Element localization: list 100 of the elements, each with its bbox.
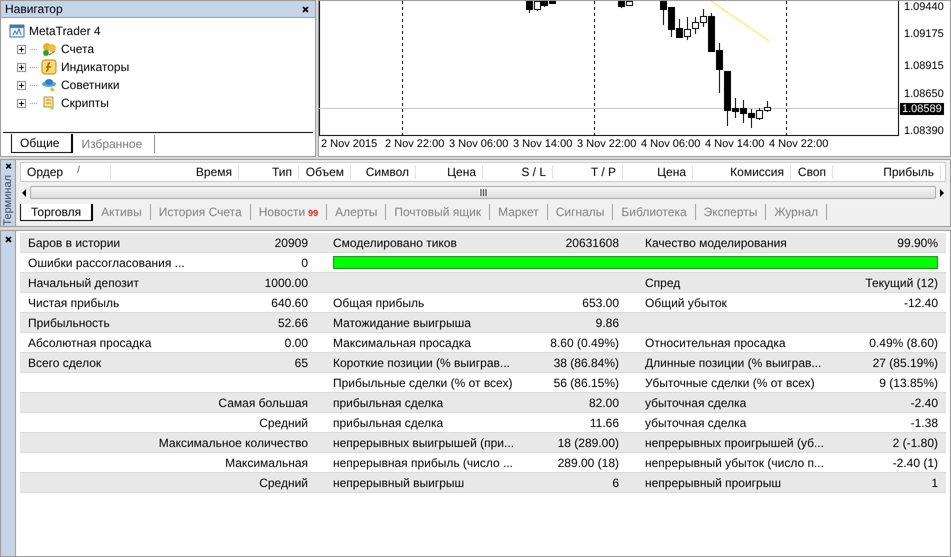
time-label: 3 Nov 06:00 bbox=[449, 138, 508, 150]
tree-item[interactable]: Индикаторы bbox=[61, 60, 130, 74]
stat-value: 65 bbox=[294, 356, 308, 370]
price-label: 1.09440 bbox=[904, 1, 944, 13]
stat-label: Общий убыток bbox=[645, 296, 728, 310]
stat-value: 11.66 bbox=[588, 416, 619, 430]
tree-item[interactable]: Советники bbox=[61, 78, 120, 92]
current-price-label: 1.08589 bbox=[900, 103, 944, 115]
stat-value: 2 (-1.80) bbox=[892, 436, 938, 450]
price-label: 1.09175 bbox=[904, 28, 944, 40]
coins-icon bbox=[41, 41, 57, 57]
trend-line bbox=[710, 1, 770, 42]
stat-value: 9 (13.85%) bbox=[878, 376, 938, 390]
plus-icon bbox=[19, 100, 24, 106]
grip-icon bbox=[480, 189, 486, 196]
stat-label: Смоделировано тиков bbox=[333, 236, 458, 250]
price-label: 1.08390 bbox=[904, 125, 944, 137]
stat-label: Короткие позиции (% выиграв... bbox=[333, 356, 511, 370]
close-icon[interactable] bbox=[4, 163, 12, 170]
stat-label: прибыльная сделка bbox=[333, 416, 444, 430]
panel-tab[interactable]: Общие bbox=[11, 134, 74, 153]
tree-item[interactable]: Счета bbox=[61, 42, 94, 56]
column-header[interactable]: Цена bbox=[657, 165, 686, 179]
panel-title: Навигатор bbox=[5, 2, 63, 16]
stat-value: 8.60 (0.49%) bbox=[549, 336, 619, 350]
column-header[interactable]: S / L bbox=[521, 165, 546, 179]
stat-label: Длинные позиции (% выиграв... bbox=[645, 356, 822, 370]
row-heading: Максимальное количество bbox=[158, 436, 308, 450]
stat-value: Текущий (12) bbox=[864, 276, 938, 290]
tab[interactable]: Торговля bbox=[20, 204, 94, 220]
stat-value: 653.00 bbox=[581, 296, 619, 310]
stat-label: непрерывных выигрышей (при... bbox=[333, 436, 515, 450]
column-header[interactable]: Цена bbox=[447, 165, 476, 179]
column-header[interactable]: Своп bbox=[798, 165, 826, 179]
tree-item[interactable]: Скрипты bbox=[61, 96, 109, 110]
stat-label: непрерывная прибыль (число ... bbox=[333, 456, 514, 470]
close-icon[interactable] bbox=[4, 236, 12, 243]
scroll-left-icon[interactable] bbox=[20, 188, 28, 196]
stat-label: Баров в истории bbox=[28, 236, 122, 250]
stat-value: -1.38 bbox=[910, 416, 938, 430]
stat-value: 99.90% bbox=[896, 236, 938, 250]
stat-value: 52.66 bbox=[276, 316, 308, 330]
stat-label: Убыточные сделки (% от всех) bbox=[645, 376, 816, 390]
column-header[interactable]: Прибыль bbox=[883, 165, 934, 179]
time-label: 4 Nov 06:00 bbox=[641, 138, 700, 150]
scrollbar-thumb[interactable] bbox=[30, 186, 936, 199]
expand-box[interactable] bbox=[17, 62, 26, 72]
expand-box[interactable] bbox=[17, 44, 26, 54]
stat-value: -2.40 bbox=[910, 396, 938, 410]
stat-label: Абсолютная просадка bbox=[28, 336, 152, 350]
time-label: 2 Nov 22:00 bbox=[385, 138, 444, 150]
stat-label: Спред bbox=[645, 276, 682, 290]
expand-box[interactable] bbox=[17, 98, 26, 108]
column-header[interactable]: Тип bbox=[272, 165, 292, 179]
stat-label: убыточная сделка bbox=[645, 416, 748, 430]
stat-label: Чистая прибыль bbox=[28, 296, 120, 310]
plus-icon bbox=[19, 46, 24, 52]
stat-label: непрерывный убыток (число п... bbox=[645, 456, 825, 470]
stat-label: Всего сделок bbox=[28, 356, 102, 370]
column-header[interactable]: Объем bbox=[306, 165, 344, 179]
expand-box[interactable] bbox=[17, 80, 26, 90]
stat-value: 640.60 bbox=[270, 296, 308, 310]
stat-value: 0.00 bbox=[284, 336, 308, 350]
sort-indicator: / bbox=[77, 165, 80, 178]
stat-label: убыточная сделка bbox=[645, 396, 748, 410]
row-heading: Самая большая bbox=[217, 396, 308, 410]
stat-label: Общая прибыль bbox=[333, 296, 426, 310]
stat-label: Качество моделирования bbox=[645, 236, 788, 250]
price-label: 1.08915 bbox=[904, 60, 944, 72]
stat-value: 38 (86.84%) bbox=[552, 356, 619, 370]
row-heading: Средний bbox=[258, 416, 308, 430]
stat-value: 20909 bbox=[274, 236, 308, 250]
stat-value: 82.00 bbox=[588, 396, 619, 410]
stat-label: Начальный депозит bbox=[28, 276, 140, 290]
stat-value: 20631608 bbox=[564, 236, 619, 250]
stat-label: Максимальная просадка bbox=[333, 336, 472, 350]
column-header[interactable]: T / P bbox=[590, 165, 616, 179]
stat-value: 56 (86.15%) bbox=[552, 376, 619, 390]
column-header[interactable]: Ордер bbox=[27, 165, 64, 179]
time-label: 2 Nov 2015 bbox=[321, 138, 378, 150]
stat-label: Относительная просадка bbox=[645, 336, 787, 350]
tree-item[interactable]: MetaTrader 4 bbox=[29, 24, 101, 38]
function-icon bbox=[41, 59, 57, 75]
tab[interactable]: Новости 99 bbox=[250, 204, 328, 220]
stat-value: 18 (289.00) bbox=[556, 436, 619, 450]
time-label: 4 Nov 22:00 bbox=[769, 138, 828, 150]
plus-icon bbox=[19, 82, 24, 88]
stat-value: 289.00 (18) bbox=[556, 456, 619, 470]
price-label: 1.08650 bbox=[904, 88, 944, 100]
scroll-right-icon[interactable] bbox=[938, 188, 946, 196]
stat-value: -2.40 (1) bbox=[892, 456, 938, 470]
stat-value: 9.86 bbox=[594, 316, 619, 330]
column-header[interactable]: Время bbox=[196, 165, 232, 179]
stat-label: прибыльная сделка bbox=[333, 396, 444, 410]
column-header[interactable]: Символ bbox=[366, 165, 409, 179]
close-icon[interactable] bbox=[302, 6, 309, 12]
time-label: 3 Nov 14:00 bbox=[513, 138, 572, 150]
time-label: 3 Nov 22:00 bbox=[577, 138, 636, 150]
panel-tab[interactable]: Избранное bbox=[73, 135, 156, 153]
column-header[interactable]: Комиссия bbox=[730, 165, 784, 179]
